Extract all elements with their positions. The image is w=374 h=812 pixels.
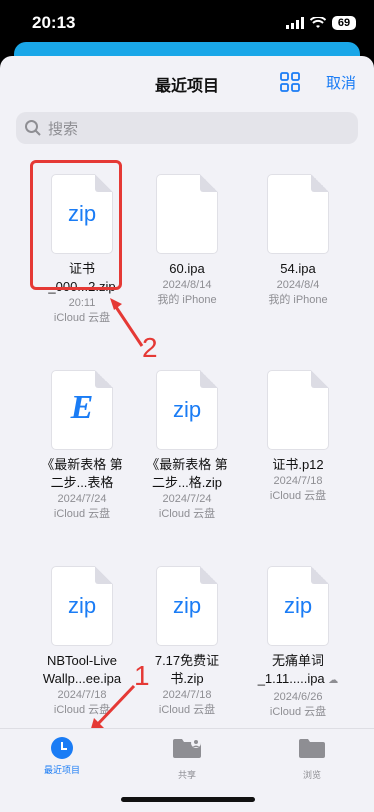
file-date: 2024/8/4 bbox=[276, 279, 320, 291]
file-location: 我的 iPhone bbox=[268, 294, 328, 306]
wifi-icon bbox=[310, 17, 326, 28]
document-icon bbox=[267, 370, 329, 450]
thumb-label: zip bbox=[67, 593, 97, 618]
file-item[interactable]: E 《最新表格 第二步...表格 2024/7/24 iCloud 云盘 bbox=[27, 370, 137, 522]
file-name: 《最新表格 第二步...表格 bbox=[41, 457, 123, 490]
zip-file-icon: zip bbox=[267, 566, 329, 646]
search-icon bbox=[25, 120, 41, 136]
shared-folder-icon bbox=[173, 738, 201, 758]
cancel-button[interactable]: 取消 bbox=[326, 72, 356, 93]
tab-label: 浏览 bbox=[302, 770, 321, 780]
file-name: 54.ipa bbox=[280, 261, 316, 276]
file-item[interactable]: zip 《最新表格 第二步...格.zip 2024/7/24 iCloud 云… bbox=[132, 370, 242, 522]
status-time: 20:13 bbox=[32, 13, 76, 32]
highlight-box-file bbox=[30, 160, 122, 290]
file-location: iCloud 云盘 bbox=[53, 508, 111, 520]
tab-recent[interactable]: 最近项目 bbox=[22, 737, 102, 776]
zip-file-icon: zip bbox=[156, 566, 218, 646]
file-name: 《最新表格 第二步...格.zip bbox=[146, 457, 228, 490]
file-date: 2024/6/26 bbox=[273, 691, 323, 703]
file-name: 60.ipa bbox=[169, 261, 205, 276]
file-item[interactable]: 证书.p12 2024/7/18 iCloud 云盘 bbox=[243, 370, 353, 504]
thumb-label: zip bbox=[172, 397, 202, 422]
file-location: iCloud 云盘 bbox=[158, 704, 216, 716]
file-item[interactable]: zip 7.17免费证 书.zip 2024/7/18 iCloud 云盘 bbox=[132, 566, 242, 718]
cloud-download-icon: ☁ bbox=[328, 675, 339, 686]
file-name: 证书.p12 bbox=[272, 457, 324, 472]
thumb-label: zip bbox=[283, 593, 313, 618]
grid-view-icon[interactable] bbox=[280, 72, 300, 92]
file-location: iCloud 云盘 bbox=[269, 490, 327, 502]
file-date: 2024/7/18 bbox=[273, 475, 323, 487]
tab-label: 最近项目 bbox=[43, 765, 80, 775]
signal-icon bbox=[286, 17, 304, 29]
thumb-label: E bbox=[70, 389, 94, 426]
search-input[interactable]: 搜索 bbox=[16, 112, 358, 144]
document-icon bbox=[267, 174, 329, 254]
sheet-header: 最近项目 取消 bbox=[0, 56, 374, 108]
document-icon bbox=[156, 174, 218, 254]
file-location: iCloud 云盘 bbox=[269, 706, 327, 718]
status-icons: 69 bbox=[286, 16, 356, 30]
home-indicator[interactable] bbox=[121, 797, 255, 802]
zip-file-icon: zip bbox=[156, 370, 218, 450]
tab-browse[interactable]: 浏览 bbox=[272, 737, 352, 781]
spreadsheet-icon: E bbox=[51, 370, 113, 450]
file-location: 我的 iPhone bbox=[157, 294, 217, 306]
page-title: 最近项目 bbox=[154, 78, 219, 95]
annotation-number: 2 bbox=[142, 332, 158, 363]
tab-shared[interactable]: 共享 bbox=[147, 737, 227, 781]
tab-label: 共享 bbox=[177, 770, 196, 780]
file-location: iCloud 云盘 bbox=[158, 508, 216, 520]
file-item[interactable]: 54.ipa 2024/8/4 我的 iPhone bbox=[243, 174, 353, 308]
battery-indicator: 69 bbox=[332, 16, 356, 30]
clock-icon bbox=[51, 737, 73, 759]
file-item[interactable]: zip 无痛单词 _1.11.....ipa ☁ 2024/6/26 iCloud… bbox=[243, 566, 353, 720]
file-date: 2024/7/24 bbox=[57, 493, 107, 505]
thumb-label: zip bbox=[172, 593, 202, 618]
file-name: 无痛单词 _1.11.....ipa ☁ bbox=[257, 653, 339, 686]
search-placeholder: 搜索 bbox=[48, 120, 79, 138]
file-item[interactable]: 60.ipa 2024/8/14 我的 iPhone bbox=[132, 174, 242, 308]
folder-icon bbox=[299, 739, 325, 758]
file-date: 2024/7/24 bbox=[162, 493, 212, 505]
file-picker-sheet: 最近项目 取消 搜索 zip 证书 _000...2.zip 20:11 iClo… bbox=[0, 56, 374, 812]
zip-file-icon: zip bbox=[51, 566, 113, 646]
file-date: 2024/8/14 bbox=[162, 279, 212, 291]
status-bar: 20:13 69 bbox=[0, 0, 374, 46]
